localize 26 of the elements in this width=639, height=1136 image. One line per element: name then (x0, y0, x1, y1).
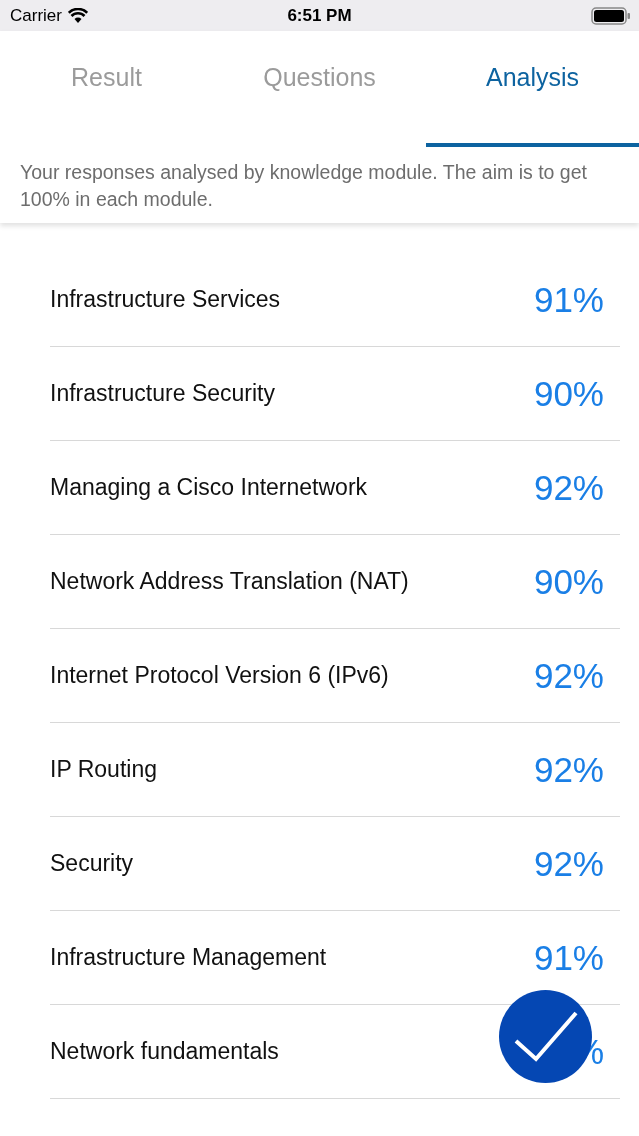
module-score: 92% (533, 467, 605, 508)
tab[interactable]: Questions (213, 31, 426, 147)
carrier-label: Carrier (10, 5, 62, 26)
description-text: Your responses analysed by knowledge module. The aim is to get 100% in each module. (19, 160, 588, 212)
module-score: 90% (533, 561, 605, 602)
module-name: Internet Protocol Version 6 (IPv6) (50, 662, 389, 689)
tab[interactable]: Analysis (426, 31, 639, 147)
wifi-icon (67, 8, 88, 23)
module-score: 90% (533, 373, 605, 414)
module-name: Network fundamentals (50, 1038, 279, 1065)
battery-icon (591, 6, 631, 25)
module-name: Infrastructure Management (50, 944, 327, 971)
module-name: Infrastructure Security (50, 380, 275, 407)
module-score: 92% (533, 843, 605, 884)
module-score: 92% (533, 749, 605, 790)
clock-time: 6:51 PM (286, 5, 353, 26)
module-name: Managing a Cisco Internetwork (50, 474, 368, 501)
module-name: Infrastructure Services (50, 286, 281, 313)
checkmark-icon (513, 1010, 578, 1063)
module-name: Security (50, 850, 134, 877)
module-score: 91% (533, 279, 605, 320)
tab[interactable]: Result (0, 31, 213, 147)
module-score: 91% (533, 937, 605, 978)
module-score: 92% (533, 655, 605, 696)
module-name: IP Routing (50, 756, 157, 783)
module-name: Network Address Translation (NAT) (50, 568, 409, 595)
